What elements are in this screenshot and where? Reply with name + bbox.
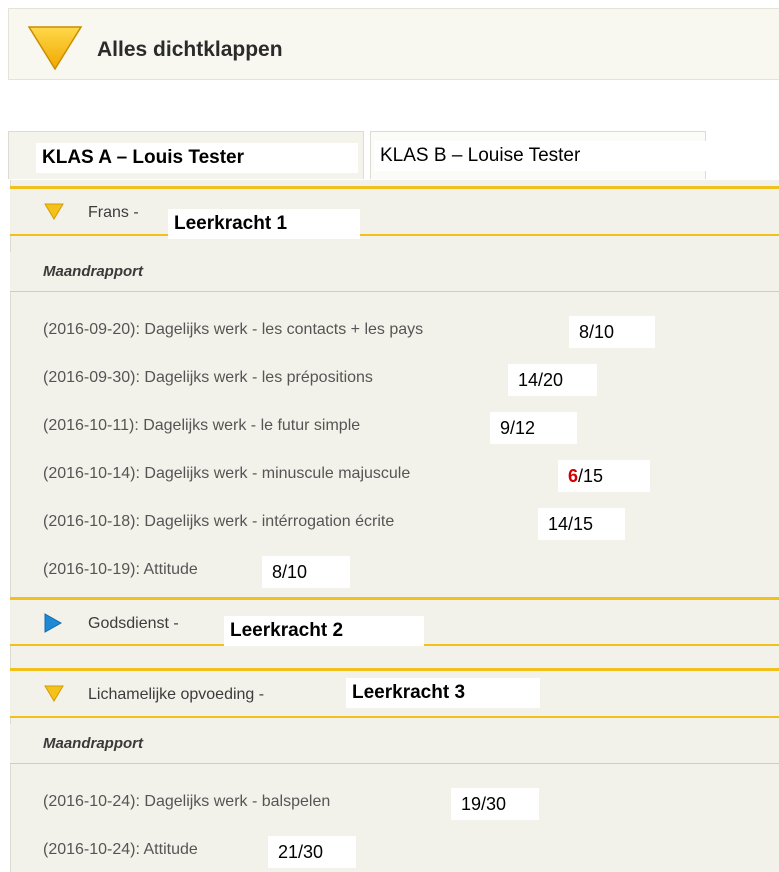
grade-row-text: (2016-10-24): Dagelijks werk - balspelen	[43, 793, 331, 810]
subject-name: Lichamelijke opvoeding -	[88, 686, 265, 703]
low-score-value: 6	[568, 466, 579, 486]
grade-row-text: (2016-09-30): Dagelijks werk - les prépo…	[43, 369, 373, 386]
triangle-down-icon[interactable]	[44, 685, 64, 702]
grade-score: 14/20	[508, 364, 597, 396]
collapse-all-button[interactable]: Alles dichtklappen	[97, 38, 283, 62]
teacher-label: Leerkracht 2	[224, 616, 424, 646]
report-section-header: Maandrapport	[10, 252, 779, 292]
grade-row-text: (2016-10-24): Attitude	[43, 841, 198, 858]
grade-score: 21/30	[268, 836, 356, 868]
report-section-header: Maandrapport	[10, 724, 779, 764]
report-title: Maandrapport	[43, 735, 144, 752]
score-total: /15	[578, 466, 604, 486]
subject-frans-header[interactable]: Frans -	[10, 186, 779, 236]
triangle-down-icon[interactable]	[44, 203, 64, 220]
grade-row-text: (2016-10-14): Dagelijks werk - minuscule…	[43, 465, 411, 482]
teacher-label: Leerkracht 1	[168, 209, 360, 239]
grade-row-text: (2016-10-11): Dagelijks werk - le futur …	[43, 417, 361, 434]
triangle-right-icon[interactable]	[44, 613, 62, 633]
grade-row-text: (2016-10-19): Attitude	[43, 561, 198, 578]
collapse-all-icon[interactable]	[27, 25, 83, 71]
tab-klas-b-label[interactable]: KLAS B – Louise Tester	[374, 141, 730, 171]
grade-score: 8/10	[569, 316, 655, 348]
grade-score: 6/15	[558, 460, 650, 492]
grade-row-text: (2016-10-18): Dagelijks werk - intérroga…	[43, 513, 395, 530]
grade-score: 9/12	[490, 412, 577, 444]
tab-klas-a-label[interactable]: KLAS A – Louis Tester	[36, 143, 358, 173]
subject-name: Godsdienst -	[88, 615, 179, 632]
teacher-label: Leerkracht 3	[346, 678, 540, 708]
toolbar: Alles dichtklappen	[8, 8, 779, 80]
grade-score: 8/10	[262, 556, 350, 588]
grade-row-text: (2016-09-20): Dagelijks werk - les conta…	[43, 321, 424, 338]
report-title: Maandrapport	[43, 263, 144, 280]
grade-score: 14/15	[538, 508, 625, 540]
grade-score: 19/30	[451, 788, 539, 820]
subject-name: Frans -	[88, 204, 139, 221]
